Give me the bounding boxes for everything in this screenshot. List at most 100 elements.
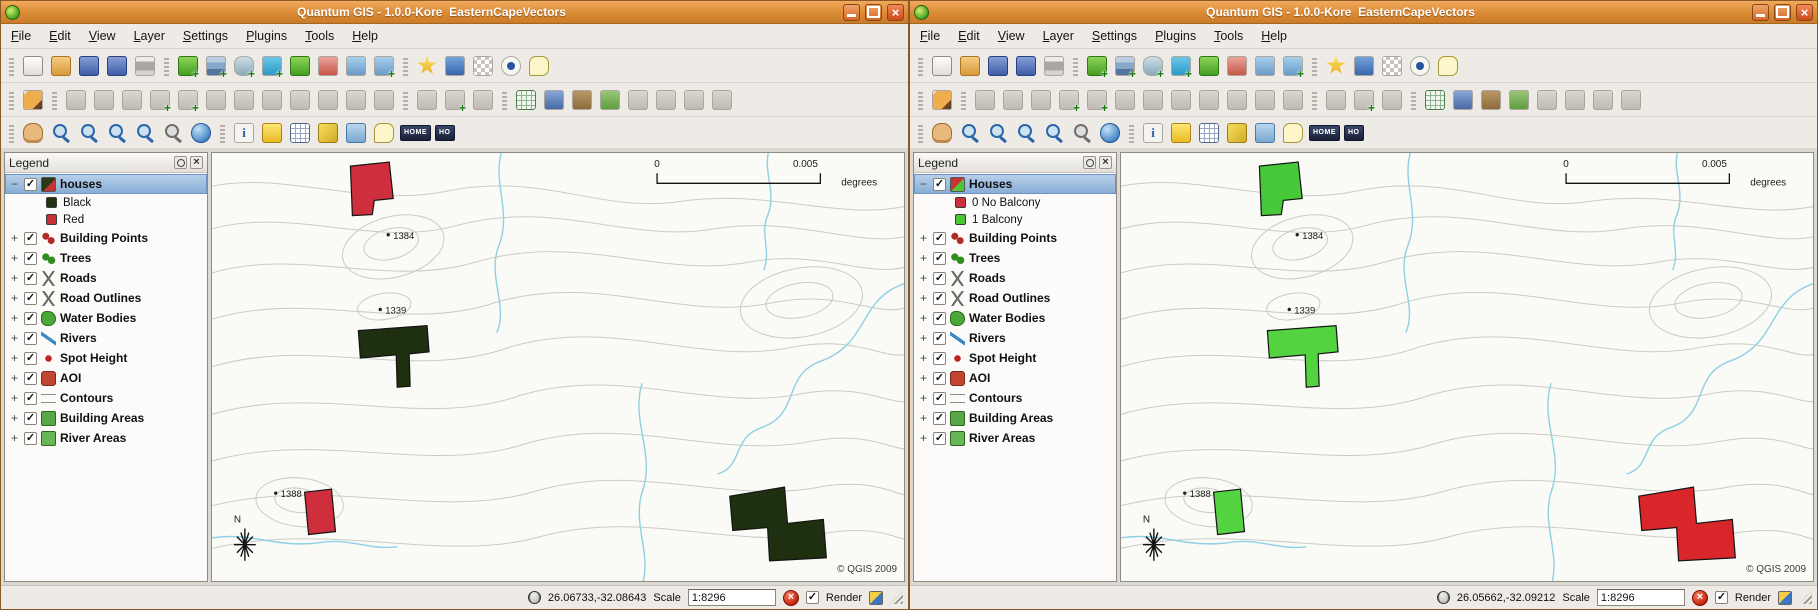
in-overview-button[interactable] [1252, 53, 1278, 79]
pan-map-button[interactable] [20, 120, 46, 146]
toggle-editing-button[interactable] [929, 87, 955, 113]
delete-vertex-button[interactable] [470, 87, 496, 113]
close-button[interactable] [1796, 4, 1813, 21]
legend-layer-spot-height[interactable]: +Spot Height [914, 348, 1116, 368]
legend-layer-rivers[interactable]: +Rivers [914, 328, 1116, 348]
new-vector-layer-button[interactable] [1196, 53, 1222, 79]
render-checkbox[interactable] [806, 591, 819, 604]
layer-visibility-checkbox[interactable] [933, 272, 946, 285]
legend-layer-river-areas[interactable]: +River Areas [914, 428, 1116, 448]
toolbar-handle[interactable] [9, 56, 14, 76]
expander-toggle-icon[interactable]: + [918, 331, 929, 345]
zoom-full-button[interactable] [188, 120, 214, 146]
messages-icon[interactable] [1778, 591, 1792, 605]
legend-layer-water-bodies[interactable]: +Water Bodies [914, 308, 1116, 328]
toolbar-badge-home[interactable]: HOME [1309, 125, 1340, 141]
save-project-as-button[interactable] [1013, 53, 1039, 79]
toolbar-handle[interactable] [9, 90, 14, 110]
expander-toggle-icon[interactable]: + [918, 351, 929, 365]
move-feature-button[interactable] [203, 87, 229, 113]
delete-selected-button[interactable] [287, 87, 313, 113]
expander-toggle-icon[interactable]: + [918, 251, 929, 265]
legend-layer-building-points[interactable]: +Building Points [5, 228, 207, 248]
layer-visibility-checkbox[interactable] [933, 178, 946, 191]
menu-help[interactable]: Help [1261, 29, 1287, 43]
style-manager-button[interactable] [1379, 53, 1405, 79]
save-edits-button[interactable] [1450, 87, 1476, 113]
layer-visibility-checkbox[interactable] [933, 252, 946, 265]
toolbar-handle[interactable] [52, 90, 57, 110]
legend-layer-houses[interactable]: −Houses [914, 174, 1116, 194]
add-vertex-button[interactable] [442, 87, 468, 113]
show-all-layers-button[interactable] [498, 53, 524, 79]
expander-toggle-icon[interactable]: + [9, 231, 20, 245]
legend-layer-contours[interactable]: +Contours [914, 388, 1116, 408]
titlebar[interactable]: Quantum GIS - 1.0.0-Kore EasternCapeVect… [910, 1, 1817, 24]
stop-render-button[interactable] [783, 590, 799, 606]
move-feature-button[interactable] [1112, 87, 1138, 113]
legend-close-button[interactable] [190, 156, 203, 169]
add-postgis-layer-button[interactable] [1140, 53, 1166, 79]
close-button[interactable] [887, 4, 904, 21]
delete-selected-button[interactable] [1196, 87, 1222, 113]
toolbar-handle[interactable] [1312, 56, 1317, 76]
new-project-button[interactable] [20, 53, 46, 79]
remove-layer-button[interactable] [1224, 53, 1250, 79]
delete-vertex-button[interactable] [1379, 87, 1405, 113]
zoom-full-button[interactable] [1097, 120, 1123, 146]
cut-features-button[interactable] [315, 87, 341, 113]
expander-toggle-icon[interactable]: + [9, 391, 20, 405]
menu-settings[interactable]: Settings [1092, 29, 1137, 43]
menu-help[interactable]: Help [352, 29, 378, 43]
map-tips-button[interactable] [526, 53, 552, 79]
layer-visibility-checkbox[interactable] [24, 312, 37, 325]
legend-layer-river-areas[interactable]: +River Areas [5, 428, 207, 448]
add-raster-layer-button[interactable] [1112, 53, 1138, 79]
add-vertex-button[interactable] [1351, 87, 1377, 113]
identify-features-button[interactable] [1140, 120, 1166, 146]
merge-features-button[interactable] [1506, 87, 1532, 113]
legend-layer-trees[interactable]: +Trees [914, 248, 1116, 268]
minimize-button[interactable] [843, 4, 860, 21]
map-tips-bubble-button[interactable] [1280, 120, 1306, 146]
copy-features-button[interactable] [343, 87, 369, 113]
move-vertex-button[interactable] [1323, 87, 1349, 113]
zoom-box-button[interactable] [104, 120, 130, 146]
add-wms-layer-button[interactable] [259, 53, 285, 79]
toolbar-handle[interactable] [1073, 56, 1078, 76]
in-overview-button[interactable] [343, 53, 369, 79]
cut-features-button[interactable] [1224, 87, 1250, 113]
paste-features-button[interactable] [371, 87, 397, 113]
layer-visibility-checkbox[interactable] [24, 232, 37, 245]
expander-toggle-icon[interactable]: + [9, 431, 20, 445]
menu-tools[interactable]: Tools [1214, 29, 1243, 43]
zoom-box-button[interactable] [1013, 120, 1039, 146]
resize-grip[interactable] [890, 591, 903, 604]
layer-visibility-checkbox[interactable] [24, 432, 37, 445]
capture-line-button[interactable] [1000, 87, 1026, 113]
show-all-layers-button[interactable] [1407, 53, 1433, 79]
add-raster-layer-button[interactable] [203, 53, 229, 79]
menu-plugins[interactable]: Plugins [246, 29, 287, 43]
legend-symbol-0-no-balcony[interactable]: 0 No Balcony [914, 194, 1116, 211]
toolbar-handle[interactable] [918, 90, 923, 110]
menu-tools[interactable]: Tools [305, 29, 334, 43]
delete-part-button[interactable] [1590, 87, 1616, 113]
merge-features-button[interactable] [597, 87, 623, 113]
toolbar-handle[interactable] [1312, 90, 1317, 110]
expander-toggle-icon[interactable]: + [9, 271, 20, 285]
simplify-feature-button[interactable] [1618, 87, 1644, 113]
minimize-button[interactable] [1752, 4, 1769, 21]
legend-layer-trees[interactable]: +Trees [5, 248, 207, 268]
legend-dock-button[interactable] [1083, 156, 1096, 169]
expander-toggle-icon[interactable]: + [918, 311, 929, 325]
save-project-button[interactable] [985, 53, 1011, 79]
menu-edit[interactable]: Edit [49, 29, 71, 43]
add-all-to-overview-button[interactable] [1280, 53, 1306, 79]
show-bookmarks-button[interactable] [442, 53, 468, 79]
identify-features-button[interactable] [231, 120, 257, 146]
open-attribute-table-button[interactable] [1422, 87, 1448, 113]
layer-visibility-checkbox[interactable] [933, 392, 946, 405]
open-project-button[interactable] [957, 53, 983, 79]
legend-layer-building-points[interactable]: +Building Points [914, 228, 1116, 248]
